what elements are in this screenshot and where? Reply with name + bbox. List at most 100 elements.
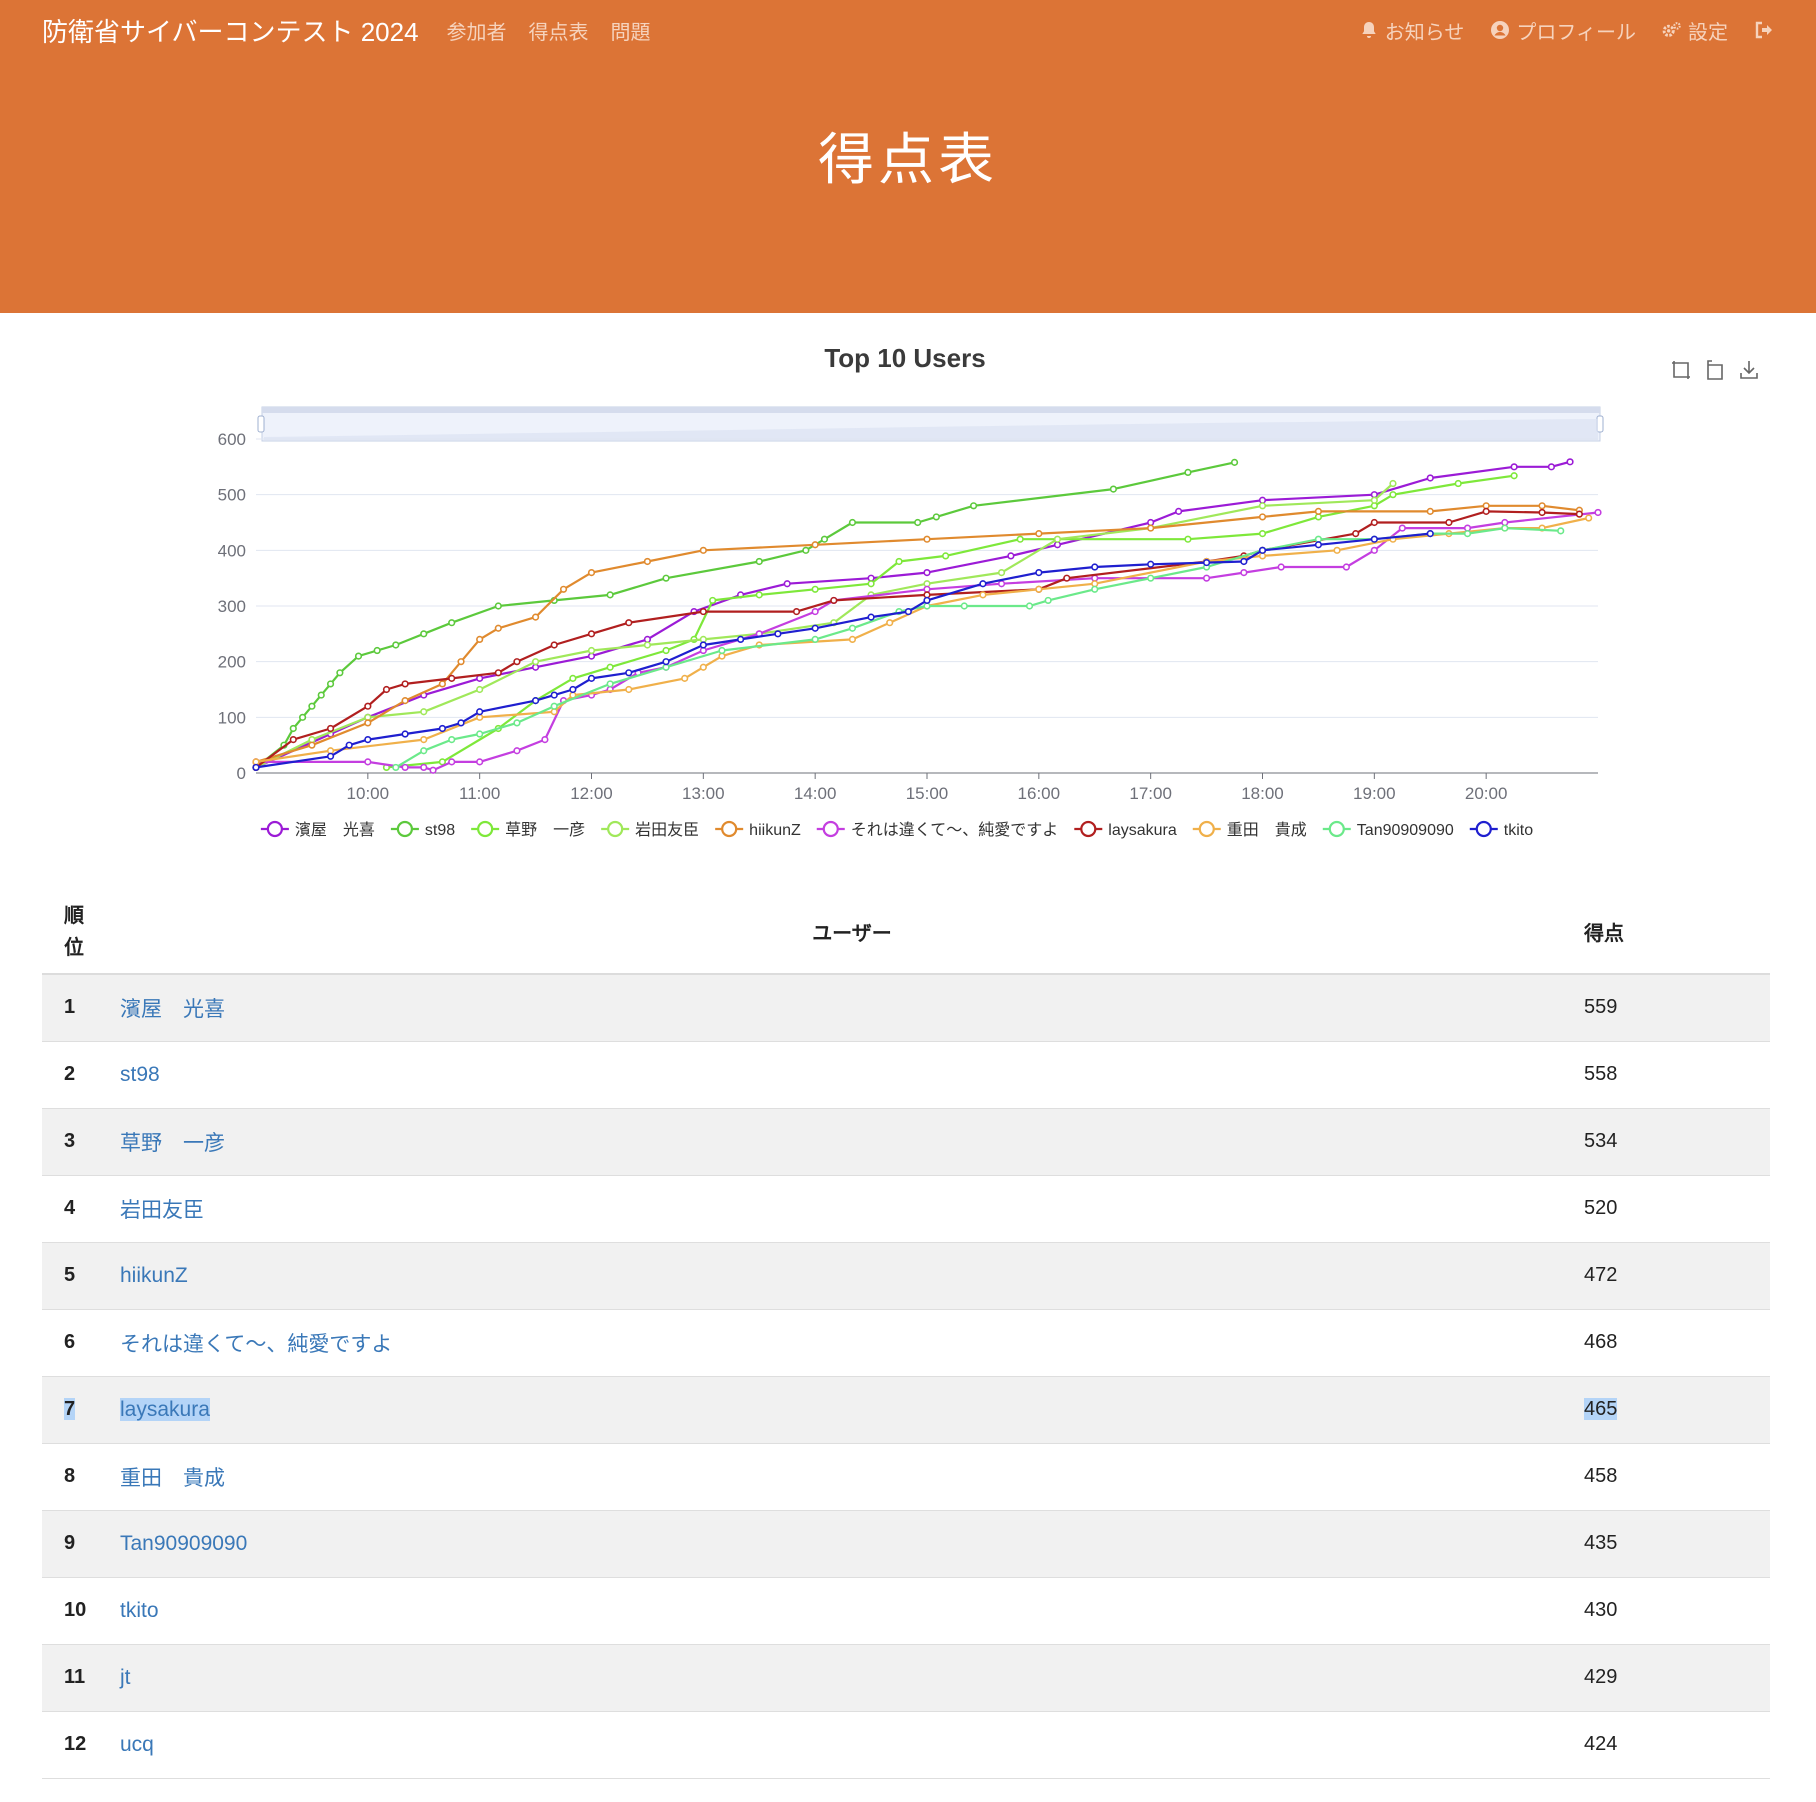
- data-point[interactable]: [392, 641, 400, 649]
- data-point[interactable]: [1594, 508, 1602, 517]
- data-point[interactable]: [923, 569, 931, 577]
- data-point[interactable]: [848, 624, 857, 632]
- data-point[interactable]: [1147, 518, 1155, 527]
- data-point[interactable]: [1370, 518, 1378, 527]
- data-point[interactable]: [1370, 546, 1378, 554]
- data-point[interactable]: [345, 741, 353, 749]
- legend-item[interactable]: laysakura: [1074, 820, 1177, 839]
- data-point[interactable]: [1585, 514, 1593, 522]
- data-point[interactable]: [1333, 546, 1341, 554]
- data-point[interactable]: [289, 724, 297, 733]
- data-point[interactable]: [932, 513, 940, 521]
- data-point[interactable]: [476, 674, 484, 682]
- data-point[interactable]: [1575, 510, 1583, 518]
- user-link[interactable]: ucq: [120, 1733, 154, 1756]
- data-point[interactable]: [1147, 524, 1155, 532]
- data-point[interactable]: [587, 646, 596, 655]
- legend-item[interactable]: 草野 一彦: [471, 820, 585, 839]
- data-point[interactable]: [681, 674, 689, 682]
- data-point[interactable]: [923, 535, 931, 543]
- data-point[interactable]: [326, 752, 335, 760]
- data-point[interactable]: [448, 619, 456, 627]
- data-point[interactable]: [531, 663, 540, 671]
- data-point[interactable]: [625, 669, 633, 677]
- data-point[interactable]: [364, 758, 372, 766]
- data-point[interactable]: [1063, 574, 1071, 582]
- data-point[interactable]: [1538, 508, 1546, 517]
- legend-item[interactable]: それは違くて〜、純愛ですよ: [816, 820, 1059, 839]
- data-point[interactable]: [401, 763, 409, 772]
- data-point[interactable]: [587, 652, 596, 660]
- data-point[interactable]: [420, 763, 428, 772]
- data-point[interactable]: [438, 724, 446, 733]
- data-point[interactable]: [1314, 507, 1323, 515]
- data-point[interactable]: [1314, 513, 1323, 521]
- data-point[interactable]: [699, 663, 707, 671]
- data-point[interactable]: [867, 580, 875, 588]
- data-point[interactable]: [1370, 535, 1378, 543]
- brand-link[interactable]: 防衛省サイバーコンテスト 2024: [42, 12, 419, 49]
- user-link[interactable]: 濱屋 光喜: [120, 998, 225, 1021]
- data-point[interactable]: [1053, 535, 1062, 543]
- data-point[interactable]: [1147, 574, 1155, 582]
- data-point[interactable]: [1025, 602, 1034, 610]
- data-point[interactable]: [401, 680, 409, 688]
- data-point[interactable]: [569, 674, 577, 682]
- data-point[interactable]: [811, 541, 819, 549]
- data-point[interactable]: [429, 766, 437, 774]
- data-point[interactable]: [914, 518, 922, 527]
- data-point[interactable]: [1482, 507, 1490, 515]
- data-point[interactable]: [923, 596, 931, 605]
- data-point[interactable]: [662, 574, 670, 582]
- user-link[interactable]: 草野 一彦: [120, 1132, 225, 1155]
- data-point[interactable]: [448, 674, 456, 682]
- data-point[interactable]: [662, 658, 670, 666]
- data-point[interactable]: [718, 652, 726, 660]
- data-point[interactable]: [643, 635, 652, 644]
- data-point[interactable]: [354, 652, 363, 660]
- data-point[interactable]: [625, 619, 633, 627]
- data-point[interactable]: [1510, 463, 1518, 471]
- data-point[interactable]: [979, 591, 987, 599]
- data-point[interactable]: [326, 680, 335, 688]
- data-point[interactable]: [494, 669, 502, 677]
- data-point[interactable]: [1426, 507, 1434, 515]
- data-point[interactable]: [392, 763, 400, 772]
- data-point[interactable]: [830, 596, 838, 605]
- data-point[interactable]: [1389, 491, 1397, 499]
- data-point[interactable]: [606, 663, 614, 671]
- data-point[interactable]: [1035, 530, 1043, 538]
- data-point[interactable]: [364, 736, 372, 744]
- restore-icon[interactable]: [1707, 360, 1723, 380]
- data-point[interactable]: [1463, 524, 1472, 532]
- data-point[interactable]: [308, 736, 316, 744]
- data-point[interactable]: [420, 747, 428, 755]
- data-point[interactable]: [531, 697, 540, 705]
- data-point[interactable]: [811, 607, 819, 616]
- data-point[interactable]: [550, 708, 558, 716]
- user-link[interactable]: jt: [120, 1666, 131, 1689]
- data-point[interactable]: [1482, 502, 1490, 510]
- data-point[interactable]: [1258, 530, 1267, 538]
- data-point[interactable]: [1370, 496, 1378, 504]
- data-point[interactable]: [308, 741, 316, 749]
- data-point[interactable]: [1370, 502, 1378, 510]
- data-point[interactable]: [662, 663, 670, 671]
- data-point[interactable]: [364, 719, 372, 727]
- data-point[interactable]: [1463, 530, 1472, 538]
- data-point[interactable]: [709, 596, 717, 605]
- data-point[interactable]: [606, 680, 614, 688]
- user-link[interactable]: tkito: [120, 1599, 159, 1622]
- data-point[interactable]: [1202, 574, 1211, 582]
- data-point[interactable]: [923, 602, 931, 610]
- data-point[interactable]: [1277, 563, 1285, 571]
- user-link[interactable]: hiikunZ: [120, 1264, 188, 1287]
- data-point[interactable]: [997, 569, 1006, 577]
- data-point[interactable]: [811, 585, 819, 593]
- data-point[interactable]: [1007, 552, 1015, 560]
- data-point[interactable]: [494, 602, 502, 610]
- save-image-icon[interactable]: [1740, 361, 1758, 379]
- data-point[interactable]: [811, 624, 819, 632]
- data-point[interactable]: [1314, 541, 1323, 549]
- data-point[interactable]: [699, 546, 707, 554]
